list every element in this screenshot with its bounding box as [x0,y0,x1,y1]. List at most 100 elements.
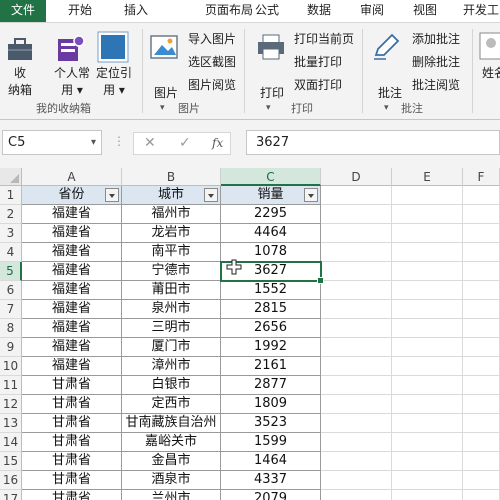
grid-cell[interactable] [463,186,500,205]
grid-cell[interactable] [392,224,463,243]
duplex-print-button[interactable]: 双面打印 [294,77,342,93]
grid-cell[interactable] [321,300,392,319]
grid-cell[interactable] [463,243,500,262]
row-header[interactable]: 1 [0,186,22,205]
sales-cell[interactable]: 1809 [221,395,321,414]
city-cell[interactable]: 龙岩市 [122,224,221,243]
grid-cell[interactable] [463,433,500,452]
formula-bar-grip-icon[interactable]: ⋮ [113,134,125,148]
city-cell[interactable]: 漳州市 [122,357,221,376]
grid-cell[interactable] [321,452,392,471]
picture-browse-button[interactable]: 图片阅览 [188,77,236,93]
province-cell[interactable]: 福建省 [22,281,122,300]
grid-cell[interactable] [463,338,500,357]
city-cell[interactable]: 白银市 [122,376,221,395]
province-cell[interactable]: 甘肃省 [22,452,122,471]
header-cell-province[interactable]: 省份 [22,186,122,205]
grid-cell[interactable] [321,376,392,395]
spreadsheet-grid[interactable]: A B C D E F 1 省份 城市 销量 2 福建省 福州市 2295 3 福建省 龙岩… [0,168,500,500]
grid-cell[interactable] [321,471,392,490]
grid-cell[interactable] [321,262,392,281]
grid-cell[interactable] [321,224,392,243]
sales-cell[interactable]: 1552 [221,281,321,300]
header-cell-city[interactable]: 城市 [122,186,221,205]
grid-cell[interactable] [321,243,392,262]
grid-cell[interactable] [463,414,500,433]
grid-cell[interactable] [321,414,392,433]
tab-view[interactable]: 视图 [408,0,442,22]
select-all-corner[interactable] [0,168,22,186]
add-comment-button[interactable]: 添加批注 [412,31,460,47]
city-cell[interactable]: 兰州市 [122,490,221,500]
grid-cell[interactable] [392,205,463,224]
row-header[interactable]: 12 [0,395,22,414]
locate-reference-button[interactable]: 定位引 用 ▾ [92,65,136,99]
city-cell[interactable]: 酒泉市 [122,471,221,490]
grid-cell[interactable] [392,319,463,338]
grid-cell[interactable] [463,452,500,471]
province-cell[interactable]: 福建省 [22,357,122,376]
name-tool-button[interactable]: 姓名 [482,65,500,82]
grid-cell[interactable] [392,414,463,433]
sales-cell[interactable]: 2161 [221,357,321,376]
grid-cell[interactable] [321,395,392,414]
grid-cell[interactable] [463,395,500,414]
picture-dropdown-icon[interactable]: ▾ [160,103,165,113]
province-cell[interactable]: 福建省 [22,300,122,319]
city-cell[interactable]: 三明市 [122,319,221,338]
row-header[interactable]: 4 [0,243,22,262]
filter-dropdown-icon[interactable] [304,188,318,202]
city-cell[interactable]: 南平市 [122,243,221,262]
grid-cell[interactable] [392,395,463,414]
province-cell[interactable]: 福建省 [22,205,122,224]
grid-cell[interactable] [463,376,500,395]
row-header[interactable]: 16 [0,471,22,490]
grid-cell[interactable] [321,186,392,205]
row-header[interactable]: 7 [0,300,22,319]
city-cell[interactable]: 福州市 [122,205,221,224]
sales-cell[interactable]: 1599 [221,433,321,452]
tab-home[interactable]: 开始 [60,0,100,22]
city-cell[interactable]: 甘南藏族自治州 [122,414,221,433]
sales-cell[interactable]: 4464 [221,224,321,243]
province-cell[interactable]: 福建省 [22,224,122,243]
tab-review[interactable]: 审阅 [355,0,389,22]
import-picture-button[interactable]: 导入图片 [188,31,236,47]
sales-cell[interactable]: 2815 [221,300,321,319]
province-cell[interactable]: 福建省 [22,243,122,262]
grid-cell[interactable] [463,300,500,319]
grid-cell[interactable] [392,376,463,395]
sales-cell[interactable]: 2877 [221,376,321,395]
row-header[interactable]: 15 [0,452,22,471]
sales-cell[interactable]: 2295 [221,205,321,224]
row-header[interactable]: 9 [0,338,22,357]
print-dropdown-icon[interactable]: ▾ [266,103,271,113]
province-cell[interactable]: 福建省 [22,338,122,357]
delete-comment-button[interactable]: 删除批注 [412,54,460,70]
tab-file[interactable]: 文件 [0,0,46,22]
grid-cell[interactable] [463,490,500,500]
province-cell[interactable]: 甘肃省 [22,414,122,433]
row-header[interactable]: 10 [0,357,22,376]
print-button[interactable]: 打印 [256,85,288,102]
batch-print-button[interactable]: 批量打印 [294,54,342,70]
row-header[interactable]: 14 [0,433,22,452]
grid-cell[interactable] [463,224,500,243]
grid-cell[interactable] [392,262,463,281]
tab-insert[interactable]: 插入 [116,0,156,22]
tab-developer[interactable]: 开发工 [456,0,500,22]
grid-cell[interactable] [463,471,500,490]
storage-box-button[interactable]: 收 纳箱 [7,65,33,99]
province-cell[interactable]: 福建省 [22,319,122,338]
row-header[interactable]: 11 [0,376,22,395]
column-header-b[interactable]: B [122,168,221,186]
row-header[interactable]: 5 [0,262,22,281]
column-header-e[interactable]: E [392,168,463,186]
province-cell[interactable]: 甘肃省 [22,433,122,452]
grid-cell[interactable] [321,433,392,452]
tab-formulas[interactable]: 公式 [250,0,284,22]
grid-cell[interactable] [463,319,500,338]
city-cell[interactable]: 嘉峪关市 [122,433,221,452]
comment-dropdown-icon[interactable]: ▾ [384,103,389,113]
header-cell-sales[interactable]: 销量 [221,186,321,205]
